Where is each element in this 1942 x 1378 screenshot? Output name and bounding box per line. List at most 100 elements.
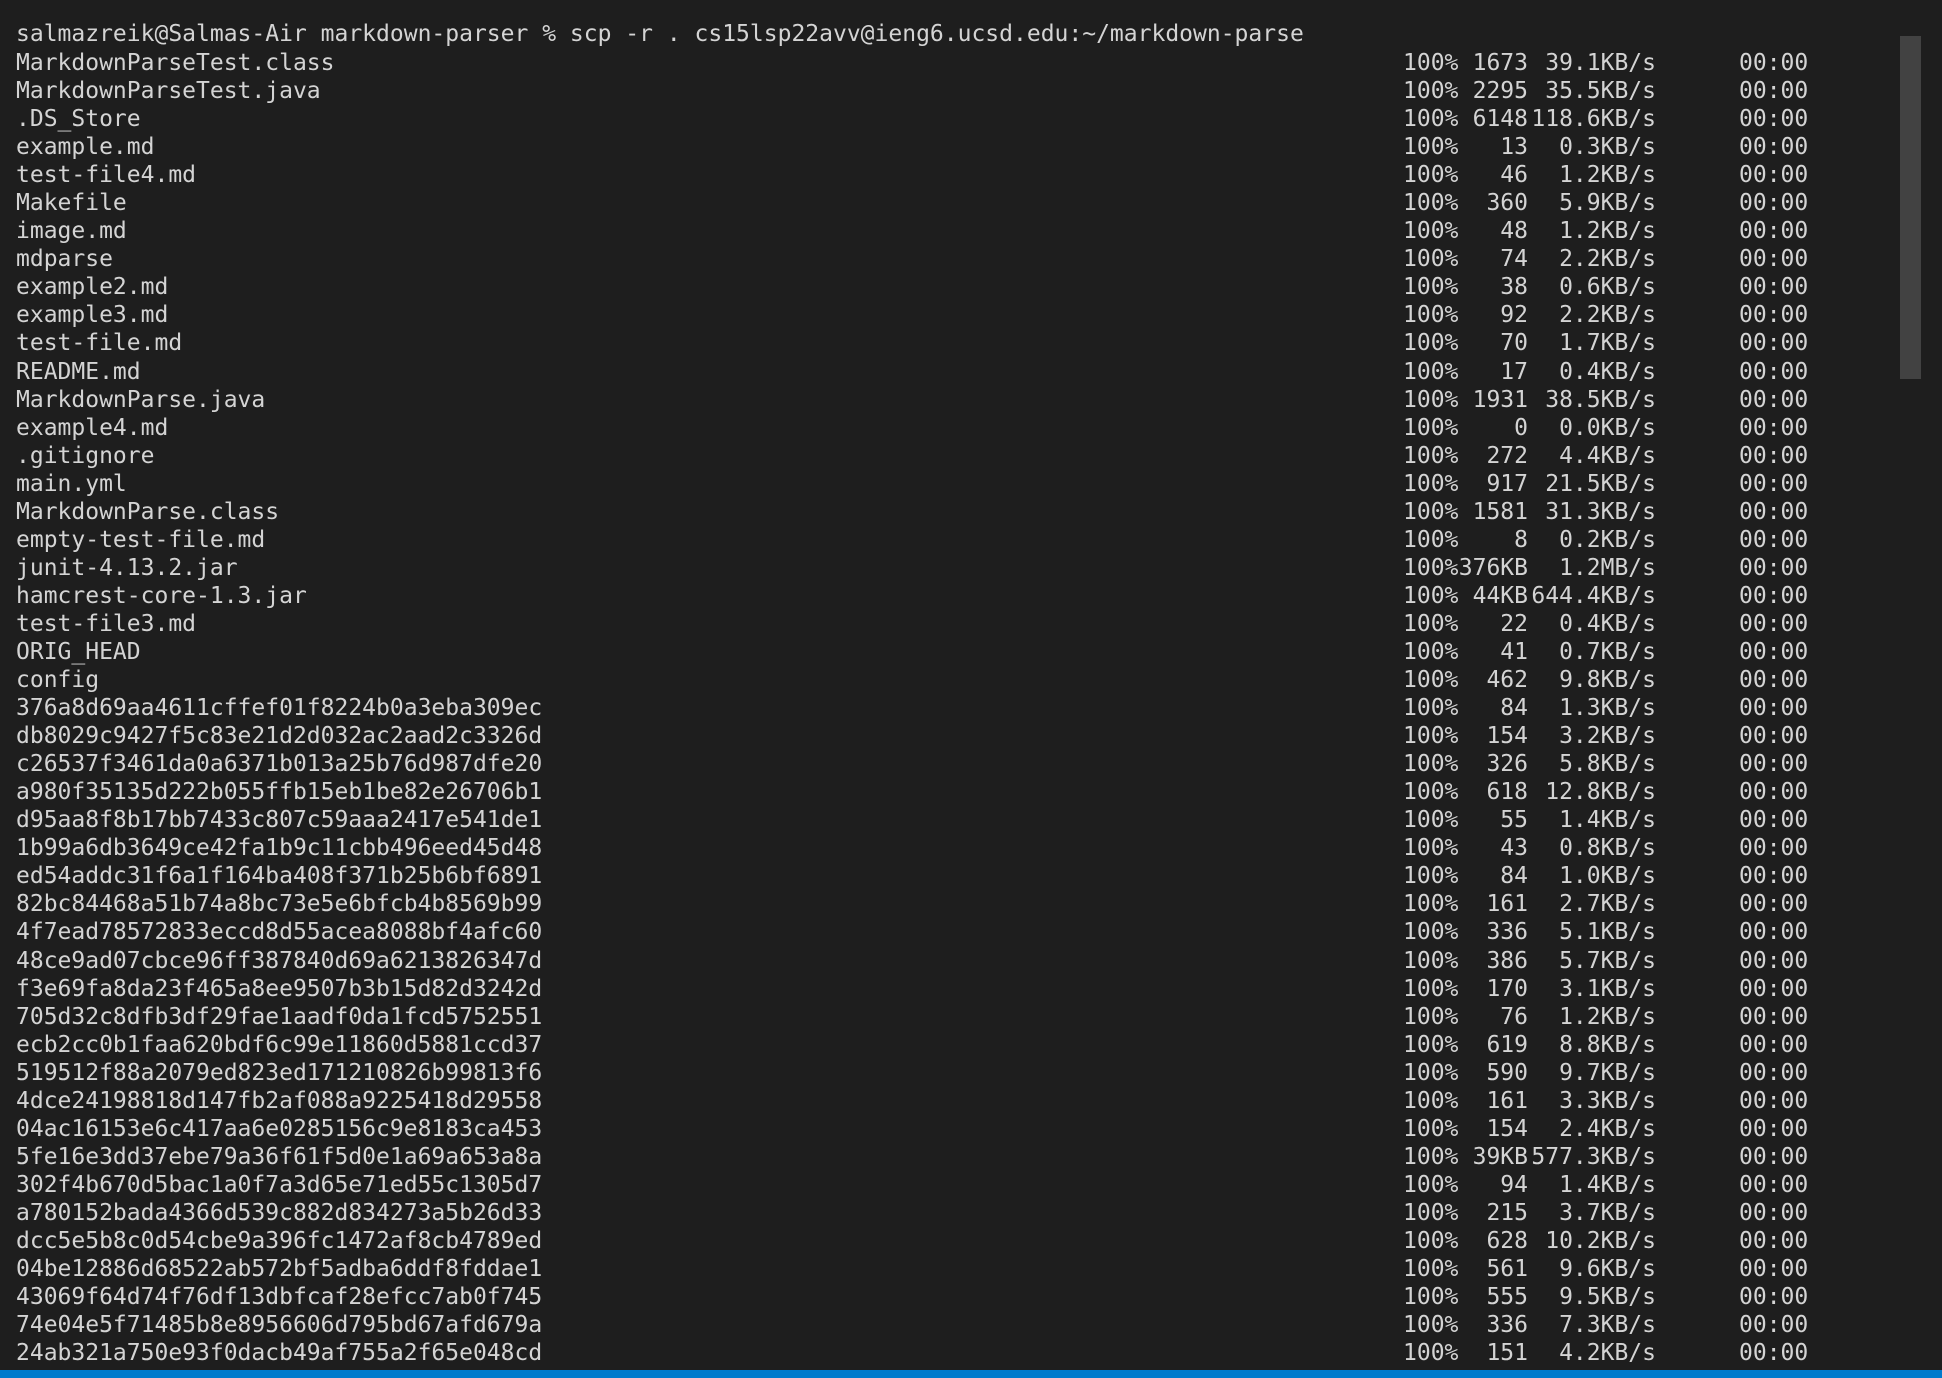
transfer-speed: 118.6KB/s: [1531, 106, 1656, 133]
transfer-eta: 00:00: [1739, 162, 1809, 189]
file-size: 360: [1486, 190, 1528, 217]
transfer-row: d95aa8f8b17bb7433c807c59aaa2417e541de1 10…: [0, 806, 1900, 834]
scrollbar-thumb[interactable]: [1900, 36, 1921, 379]
file-name: 24ab321a750e93f0dacb49af755a2f65e048cd: [16, 1340, 543, 1367]
file-size: 619: [1486, 1031, 1528, 1058]
file-size: 1673: [1472, 50, 1528, 76]
transfer-percent: 100%: [1403, 723, 1459, 750]
file-name: 376a8d69aa4611cffef01f8224b0a3eba309ec: [16, 695, 543, 722]
file-size: 1931: [1472, 386, 1528, 413]
command-prompt-line: salmazreik@Salmas-Air markdown-parser % …: [16, 20, 1304, 48]
transfer-row: hamcrest-core-1.3.jar 100% 44KB 644.4KB/s 00…: [0, 582, 1900, 610]
transfer-speed: 2.2KB/s: [1559, 246, 1656, 273]
transfer-eta: 00:00: [1739, 526, 1809, 553]
scp-command: scp -r . cs15lsp22avv@ieng6.ucsd.edu:~/m…: [569, 21, 1304, 47]
transfer-row: 4f7ead78572833eccd8d55acea8088bf4afc60 10…: [0, 918, 1900, 946]
transfer-speed: 3.3KB/s: [1559, 1087, 1656, 1114]
transfer-eta: 00:00: [1739, 554, 1809, 581]
transfer-speed: 3.2KB/s: [1559, 723, 1656, 750]
transfer-percent: 100%: [1403, 246, 1459, 273]
file-name: example.md: [16, 134, 155, 161]
file-size: 462: [1486, 667, 1528, 694]
transfer-speed: 2.2KB/s: [1559, 302, 1656, 329]
file-name: test-file4.md: [16, 162, 197, 189]
transfer-eta: 00:00: [1739, 723, 1809, 750]
file-name: MarkdownParseTest.java: [16, 78, 321, 105]
file-name: ecb2cc0b1faa620bdf6c99e11860d5881ccd37: [16, 1031, 543, 1058]
transfer-speed: 0.3KB/s: [1559, 134, 1656, 161]
file-size: 2295: [1472, 78, 1528, 105]
file-size: 326: [1486, 751, 1528, 778]
file-name: 519512f88a2079ed823ed171210826b99813f6: [16, 1059, 543, 1086]
file-size: 151: [1486, 1340, 1528, 1367]
file-name: README.md: [16, 358, 141, 385]
transfer-percent: 100%: [1403, 302, 1459, 329]
transfer-eta: 00:00: [1739, 779, 1809, 806]
transfer-speed: 1.4KB/s: [1559, 807, 1656, 834]
transfer-row: 519512f88a2079ed823ed171210826b99813f6 10…: [0, 1059, 1900, 1087]
file-name: MarkdownParse.class: [16, 498, 280, 525]
transfer-eta: 00:00: [1739, 106, 1809, 133]
file-size: 17: [1500, 358, 1528, 385]
file-size: 6148: [1472, 106, 1528, 133]
transfer-eta: 00:00: [1739, 414, 1809, 441]
transfer-speed: 577.3KB/s: [1531, 1143, 1656, 1170]
transfer-speed: 0.6KB/s: [1559, 274, 1656, 301]
transfer-eta: 00:00: [1739, 807, 1809, 834]
file-name: d95aa8f8b17bb7433c807c59aaa2417e541de1: [16, 807, 543, 834]
transfer-eta: 00:00: [1739, 695, 1809, 722]
transfer-speed: 0.4KB/s: [1559, 358, 1656, 385]
transfer-row: 43069f64d74f76df13dbfcaf28efcc7ab0f745 10…: [0, 1283, 1900, 1311]
file-name: ORIG_HEAD: [16, 638, 141, 665]
transfer-row: image.md 100% 48 1.2KB/s 00:00: [0, 217, 1900, 245]
transfer-row: MarkdownParseTest.java 100% 2295 35.5KB/s 00…: [0, 77, 1900, 105]
file-name: 48ce9ad07cbce96ff387840d69a6213826347d: [16, 947, 543, 974]
file-size: 376KB: [1458, 554, 1528, 581]
file-name: MarkdownParseTest.class: [16, 50, 335, 76]
transfer-list: MarkdownParseTest.class 100% 1673 39.1KB/s 0…: [0, 49, 1900, 1367]
transfer-eta: 00:00: [1739, 1171, 1809, 1198]
file-size: 154: [1486, 1115, 1528, 1142]
transfer-speed: 4.2KB/s: [1559, 1340, 1656, 1367]
file-name: example3.md: [16, 302, 169, 329]
file-name: 302f4b670d5bac1a0f7a3d65e71ed55c1305d7: [16, 1171, 543, 1198]
file-name: example2.md: [16, 274, 169, 301]
transfer-percent: 100%: [1403, 610, 1459, 637]
transfer-percent: 100%: [1403, 554, 1459, 581]
file-size: 0: [1514, 414, 1528, 441]
transfer-percent: 100%: [1403, 1115, 1459, 1142]
terminal-window[interactable]: salmazreik@Salmas-Air markdown-parser % …: [0, 0, 1942, 1378]
file-name: f3e69fa8da23f465a8ee9507b3b15d82d3242d: [16, 975, 543, 1002]
file-size: 22: [1500, 610, 1528, 637]
transfer-row: mdparse 100% 74 2.2KB/s 00:00: [0, 245, 1900, 273]
file-size: 84: [1500, 863, 1528, 890]
transfer-eta: 00:00: [1739, 667, 1809, 694]
transfer-speed: 2.7KB/s: [1559, 891, 1656, 918]
transfer-eta: 00:00: [1739, 1227, 1809, 1254]
file-name: a980f35135d222b055ffb15eb1be82e26706b1: [16, 779, 543, 806]
transfer-eta: 00:00: [1739, 1340, 1809, 1367]
transfer-speed: 0.0KB/s: [1559, 414, 1656, 441]
transfer-eta: 00:00: [1739, 134, 1809, 161]
transfer-speed: 0.8KB/s: [1559, 835, 1656, 862]
transfer-percent: 100%: [1403, 891, 1459, 918]
file-name: 5fe16e3dd37ebe79a36f61f5d0e1a69a653a8a: [16, 1143, 543, 1170]
transfer-speed: 3.7KB/s: [1559, 1199, 1656, 1226]
file-size: 170: [1486, 975, 1528, 1002]
file-size: 8: [1514, 526, 1528, 553]
transfer-eta: 00:00: [1739, 274, 1809, 301]
file-size: 215: [1486, 1199, 1528, 1226]
transfer-percent: 100%: [1403, 638, 1459, 665]
transfer-row: 04ac16153e6c417aa6e0285156c9e8183ca453 10…: [0, 1115, 1900, 1143]
transfer-percent: 100%: [1403, 751, 1459, 778]
file-size: 48: [1500, 218, 1528, 245]
file-size: 39KB: [1472, 1143, 1528, 1170]
transfer-eta: 00:00: [1739, 330, 1809, 357]
transfer-percent: 100%: [1403, 1284, 1459, 1311]
scrollbar-track[interactable]: [1898, 0, 1942, 1370]
file-name: 82bc84468a51b74a8bc73e5e6bfcb4b8569b99: [16, 891, 543, 918]
transfer-eta: 00:00: [1739, 610, 1809, 637]
transfer-speed: 1.7KB/s: [1559, 330, 1656, 357]
transfer-speed: 9.6KB/s: [1559, 1256, 1656, 1283]
transfer-eta: 00:00: [1739, 218, 1809, 245]
